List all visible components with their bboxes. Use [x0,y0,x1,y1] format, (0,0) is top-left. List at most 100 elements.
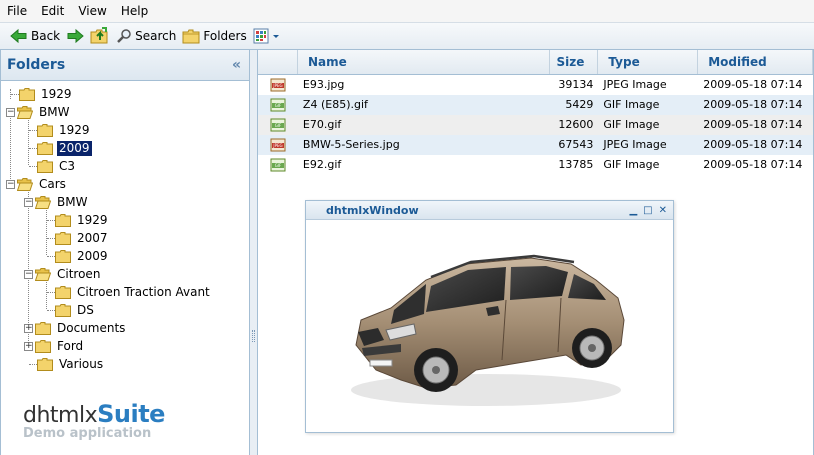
collapse-toggle-icon[interactable]: − [6,107,15,117]
tree-node-citroen-ds[interactable]: DS [1,301,249,319]
tree-label: Citroen Traction Avant [77,284,210,299]
table-row[interactable]: JPEG E93.jpg 39134 JPEG Image 2009-05-18… [258,75,813,95]
toolbar: Back Search Folders [0,22,814,50]
tree-node-citroen-traction-avant[interactable]: Citroen Traction Avant [1,283,249,301]
svg-text:GIF: GIF [275,123,282,128]
tree-node-cars-bmw-2007[interactable]: 2007 [1,229,249,247]
expand-toggle-icon[interactable]: + [24,323,33,333]
tree-label: Cars [39,176,66,191]
window-title-bar[interactable]: dhtmlxWindow ▁ □ ✕ [306,201,673,220]
tree-node-bmw[interactable]: − BMW [1,103,249,121]
tree-label-selected: 2009 [57,140,92,156]
menu-edit[interactable]: Edit [34,0,71,22]
menu-help[interactable]: Help [114,0,155,22]
folder-icon [55,231,71,245]
back-label: Back [31,29,61,43]
table-row[interactable]: GIF E92.gif 13785 GIF Image 2009-05-18 0… [258,155,813,175]
search-icon [117,29,131,43]
tree-node-bmw-2009[interactable]: 2009 [1,139,249,157]
folders-panel: Folders « 1929 − BMW 1929 2009 C3 − Cars… [0,50,250,455]
file-name: E70.gif [302,118,342,131]
grid-header-icon [258,50,298,74]
jpeg-file-icon: JPEG [270,78,286,92]
brand-name: dhtmlxSuite [23,400,165,428]
file-type: GIF Image [603,158,660,171]
minimize-icon[interactable]: ▁ [629,205,637,216]
collapse-toggle-icon[interactable]: − [24,269,33,279]
brand-suite: Suite [97,400,165,428]
brand-subtitle: Demo application [23,426,152,441]
collapse-toggle-icon[interactable]: − [24,197,33,207]
folder-icon [37,141,53,155]
tree-node-ford[interactable]: + Ford [1,337,249,355]
file-size: 39134 [558,78,594,91]
table-row[interactable]: JPEG BMW-5-Series.jpg 67543 JPEG Image 2… [258,135,813,155]
search-button[interactable]: Search [116,25,176,47]
tree-node-citroen[interactable]: − Citroen [1,265,249,283]
file-modified: 2009-05-18 07:14 [703,118,803,131]
folder-icon [19,87,35,101]
open-folder-icon [17,105,33,119]
folder-icon [55,303,71,317]
collapse-icon[interactable]: « [232,57,241,73]
table-row[interactable]: GIF Z4 (E85).gif 5429 GIF Image 2009-05-… [258,95,813,115]
open-folder-icon [35,195,51,209]
back-button[interactable]: Back [10,25,60,47]
folder-icon [35,321,51,335]
tree-label: BMW [57,194,88,209]
close-icon[interactable]: ✕ [659,205,667,216]
tree-node-cars-bmw[interactable]: − BMW [1,193,249,211]
view-mode-button[interactable] [253,25,281,47]
tree-node-documents[interactable]: + Documents [1,319,249,337]
dhtmlx-window[interactable]: dhtmlxWindow ▁ □ ✕ [305,200,674,433]
expand-toggle-icon[interactable]: + [24,341,33,351]
collapse-toggle-icon[interactable]: − [6,179,15,189]
tree-node-cars[interactable]: − Cars [1,175,249,193]
tree-label: 2007 [77,230,108,245]
gif-file-icon: GIF [270,118,286,132]
panel-splitter[interactable] [250,50,258,455]
tree-label: 2009 [77,248,108,263]
tree-node-cars-bmw-1929[interactable]: 1929 [1,211,249,229]
tree-label: C3 [59,158,76,173]
folder-icon [37,159,53,173]
table-row[interactable]: GIF E70.gif 12600 GIF Image 2009-05-18 0… [258,115,813,135]
tree-node-various[interactable]: Various [1,355,249,373]
file-type: JPEG Image [603,138,667,151]
tree-label: Documents [57,320,126,335]
grid-header-size[interactable]: Size [550,50,599,74]
file-type: JPEG Image [603,78,667,91]
folder-icon [55,285,71,299]
svg-text:GIF: GIF [275,163,282,168]
folder-icon [35,339,51,353]
folder-icon [37,123,53,137]
menu-view[interactable]: View [71,0,113,22]
maximize-icon[interactable]: □ [643,205,652,216]
grid-header-modified[interactable]: Modified [698,50,814,74]
file-size: 13785 [558,158,594,171]
folder-up-icon [90,27,108,44]
back-arrow-icon [10,28,27,44]
tree-label: 1929 [59,122,90,137]
window-title: dhtmlxWindow [326,203,419,217]
folder-up-button[interactable] [90,25,110,47]
suv-car-image [351,254,625,406]
folder-icon [37,357,53,371]
tree-node-1929[interactable]: 1929 [1,85,249,103]
menu-file[interactable]: File [0,0,34,22]
folder-icon [55,213,71,227]
tree-node-bmw-c3[interactable]: C3 [1,157,249,175]
window-content [306,220,673,432]
forward-button[interactable] [66,25,84,47]
dropdown-arrow-icon[interactable] [271,28,281,44]
folders-button[interactable]: Folders [182,25,247,47]
svg-text:JPEG: JPEG [272,143,282,148]
tree-node-bmw-1929[interactable]: 1929 [1,121,249,139]
grid-header: Name Size Type Modified [258,50,814,75]
brand-prefix: dhtmlx [23,403,98,428]
grid-header-type[interactable]: Type [598,50,699,74]
jpeg-file-icon: JPEG [270,138,286,152]
splitter-grip-icon[interactable] [252,330,255,342]
tree-node-cars-bmw-2009[interactable]: 2009 [1,247,249,265]
grid-header-name[interactable]: Name [298,50,551,74]
